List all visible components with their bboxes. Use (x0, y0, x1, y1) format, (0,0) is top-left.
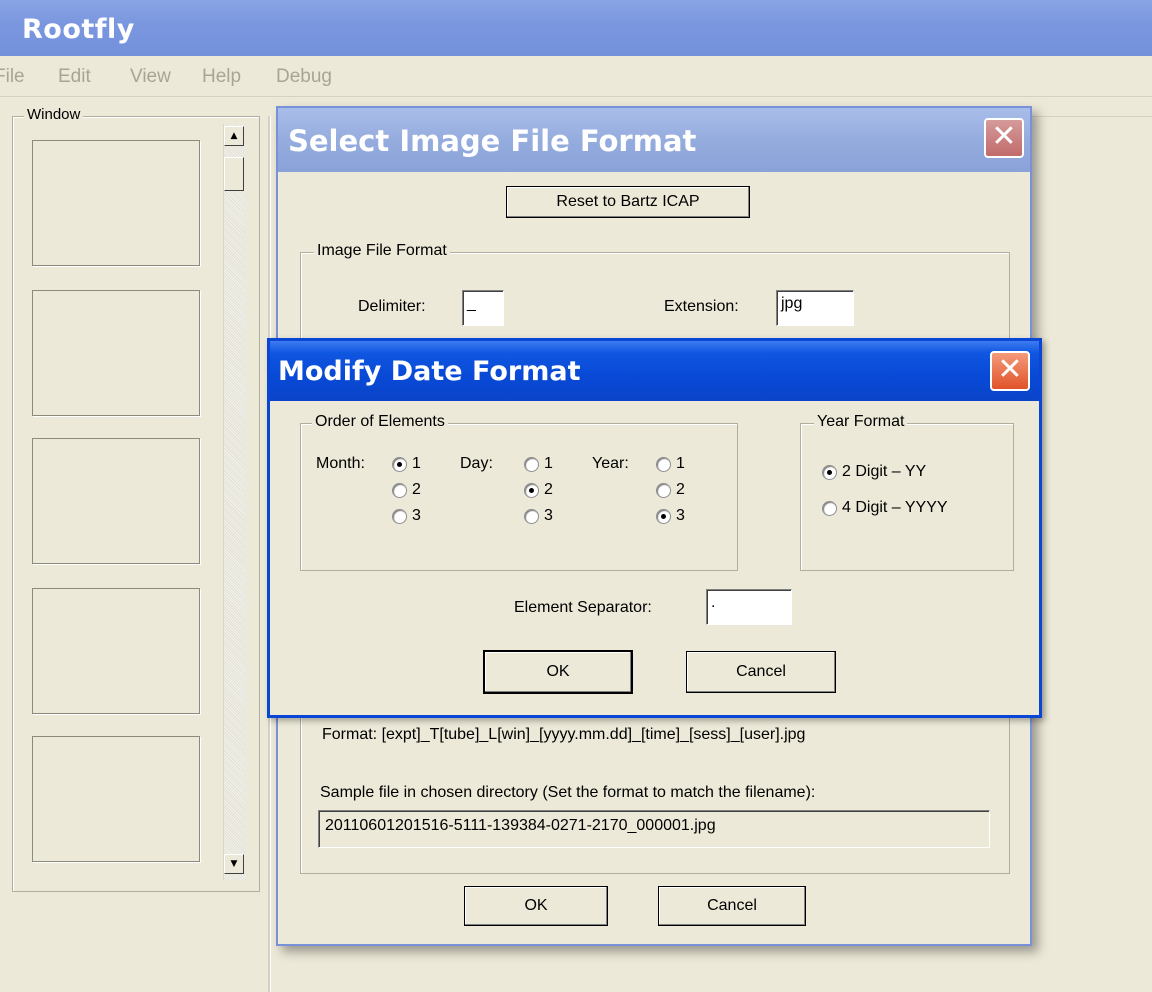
date-format-dialog: Modify Date Format ✕ Order of Elements M… (267, 338, 1042, 718)
window-thumbnail-5[interactable] (32, 736, 200, 862)
image-format-cancel-button[interactable]: Cancel (658, 886, 806, 926)
year-4-digit-label: 4 Digit – YYYY (842, 499, 948, 516)
year-radio-2[interactable] (656, 483, 671, 498)
day-option-1-label: 1 (544, 455, 553, 472)
window-thumbnail-2[interactable] (32, 290, 200, 416)
menu-edit[interactable]: Edit (58, 66, 91, 88)
menu-help[interactable]: Help (202, 66, 241, 88)
order-of-elements-group (300, 423, 738, 571)
year-4-digit-radio[interactable] (822, 501, 837, 516)
date-format-dialog-titlebar[interactable]: Modify Date Format ✕ (270, 341, 1039, 401)
year-label: Year: (592, 455, 629, 472)
year-radio-3[interactable] (656, 509, 671, 524)
delimiter-field[interactable]: _ (462, 290, 504, 326)
day-label: Day: (460, 455, 493, 472)
element-separator-field[interactable]: . (706, 589, 792, 625)
day-option-3-label: 3 (544, 507, 553, 524)
order-of-elements-label: Order of Elements (312, 413, 448, 431)
year-radio-1[interactable] (656, 457, 671, 472)
sample-file-label: Sample file in chosen directory (Set the… (320, 784, 816, 801)
delimiter-label: Delimiter: (358, 298, 426, 315)
app-icon: ⁝ (0, 20, 2, 44)
month-option-2-label: 2 (412, 481, 421, 498)
day-radio-2[interactable] (524, 483, 539, 498)
image-format-ok-button[interactable]: OK (464, 886, 608, 926)
year-option-3-label: 3 (676, 507, 685, 524)
close-icon[interactable]: ✕ (984, 118, 1024, 158)
scroll-up-arrow-icon[interactable]: ▲ (224, 126, 244, 146)
year-option-2-label: 2 (676, 481, 685, 498)
extension-label: Extension: (664, 298, 739, 315)
month-radio-3[interactable] (392, 509, 407, 524)
element-separator-label: Element Separator: (514, 599, 652, 616)
menu-bar: File Edit View Help Debug (0, 56, 1152, 97)
menu-view[interactable]: View (130, 66, 171, 88)
menu-file[interactable]: File (0, 66, 25, 88)
date-format-cancel-button[interactable]: Cancel (686, 651, 836, 693)
window-thumbnail-3[interactable] (32, 438, 200, 564)
date-format-dialog-title: Modify Date Format (278, 356, 581, 387)
image-format-dialog-titlebar[interactable]: Select Image File Format ✕ (278, 108, 1030, 172)
month-option-1-label: 1 (412, 455, 421, 472)
year-2-digit-radio[interactable] (822, 465, 837, 480)
year-format-group (800, 423, 1014, 571)
image-format-dialog-title: Select Image File Format (288, 124, 697, 158)
image-file-format-group-label: Image File Format (314, 242, 450, 260)
day-option-2-label: 2 (544, 481, 553, 498)
year-option-1-label: 1 (676, 455, 685, 472)
extension-field[interactable]: jpg (776, 290, 854, 326)
reset-to-bartz-button[interactable]: Reset to Bartz ICAP (506, 186, 750, 218)
date-format-ok-button[interactable]: OK (484, 651, 632, 693)
scroll-down-arrow-icon[interactable]: ▼ (224, 854, 244, 874)
month-radio-2[interactable] (392, 483, 407, 498)
format-preview-text: Format: [expt]_T[tube]_L[win]_[yyyy.mm.d… (322, 726, 806, 743)
day-radio-1[interactable] (524, 457, 539, 472)
year-format-label: Year Format (814, 413, 908, 431)
app-titlebar[interactable]: ⁝ Rootfly (0, 0, 1152, 56)
close-icon[interactable]: ✕ (990, 351, 1030, 391)
sample-file-field: 20110601201516-5111-139384-0271-2170_000… (318, 810, 990, 848)
month-option-3-label: 3 (412, 507, 421, 524)
day-radio-3[interactable] (524, 509, 539, 524)
scrollbar-thumb[interactable] (224, 157, 244, 191)
window-thumbnail-1[interactable] (32, 140, 200, 266)
month-label: Month: (316, 455, 365, 472)
month-radio-1[interactable] (392, 457, 407, 472)
window-thumbnail-4[interactable] (32, 588, 200, 714)
content-top-line (1032, 116, 1152, 117)
thumbnail-scrollbar[interactable]: ▲ ▼ (223, 124, 246, 880)
year-2-digit-label: 2 Digit – YY (842, 463, 927, 480)
menu-debug[interactable]: Debug (276, 66, 332, 88)
app-title: Rootfly (22, 14, 135, 45)
window-panel-label: Window (24, 106, 84, 123)
